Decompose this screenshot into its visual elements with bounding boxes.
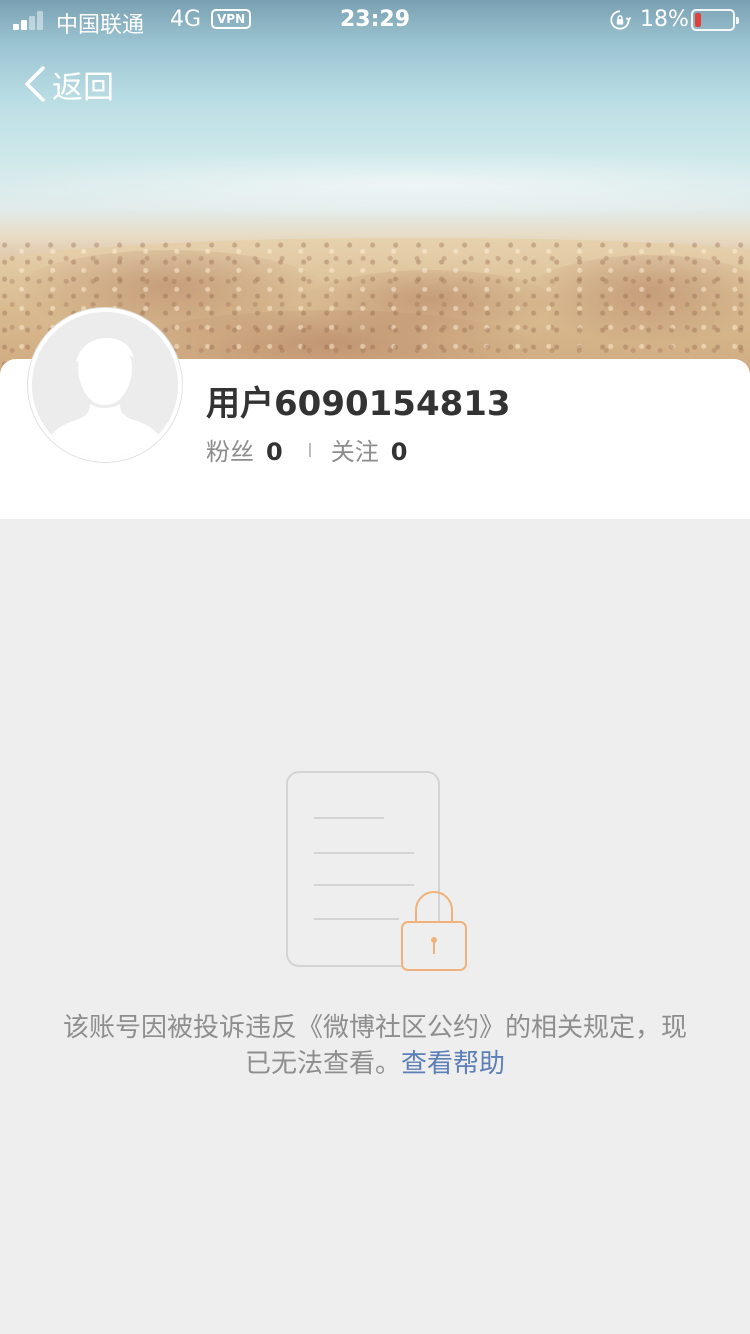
default-avatar-icon <box>32 312 178 458</box>
status-bar: 中国联通 4G VPN 23:29 18% <box>0 0 750 40</box>
help-link[interactable]: 查看帮助 <box>401 1049 505 1079</box>
back-label: 返回 <box>52 69 114 106</box>
username: 用户6090154813 <box>206 384 511 424</box>
avatar[interactable] <box>28 308 182 462</box>
chevron-left-icon <box>25 66 45 102</box>
profile-stats: 粉丝 0 关注 0 <box>206 432 407 467</box>
following-label: 关注 <box>330 438 379 466</box>
following-count: 0 <box>390 438 408 466</box>
orientation-lock-icon <box>610 10 631 30</box>
locked-document-icon <box>286 771 467 971</box>
following-stat[interactable]: 关注 0 <box>331 432 408 467</box>
stats-divider <box>308 442 311 457</box>
followers-stat[interactable]: 粉丝 0 <box>206 432 283 467</box>
battery-percentage: 18% <box>640 7 689 32</box>
battery-level-fill <box>695 13 701 27</box>
blocked-account-notice: 该账号因被投诉违反《微博社区公约》的相关规定，现已无法查看。查看帮助 <box>60 1010 690 1082</box>
notice-message: 该账号因被投诉违反《微博社区公约》的相关规定，现已无法查看。 <box>62 1013 687 1079</box>
followers-count: 0 <box>266 438 283 466</box>
back-button[interactable]: 返回 <box>22 62 114 106</box>
battery-icon <box>691 9 739 31</box>
followers-label: 粉丝 <box>206 438 254 466</box>
status-time: 23:29 <box>339 7 411 32</box>
